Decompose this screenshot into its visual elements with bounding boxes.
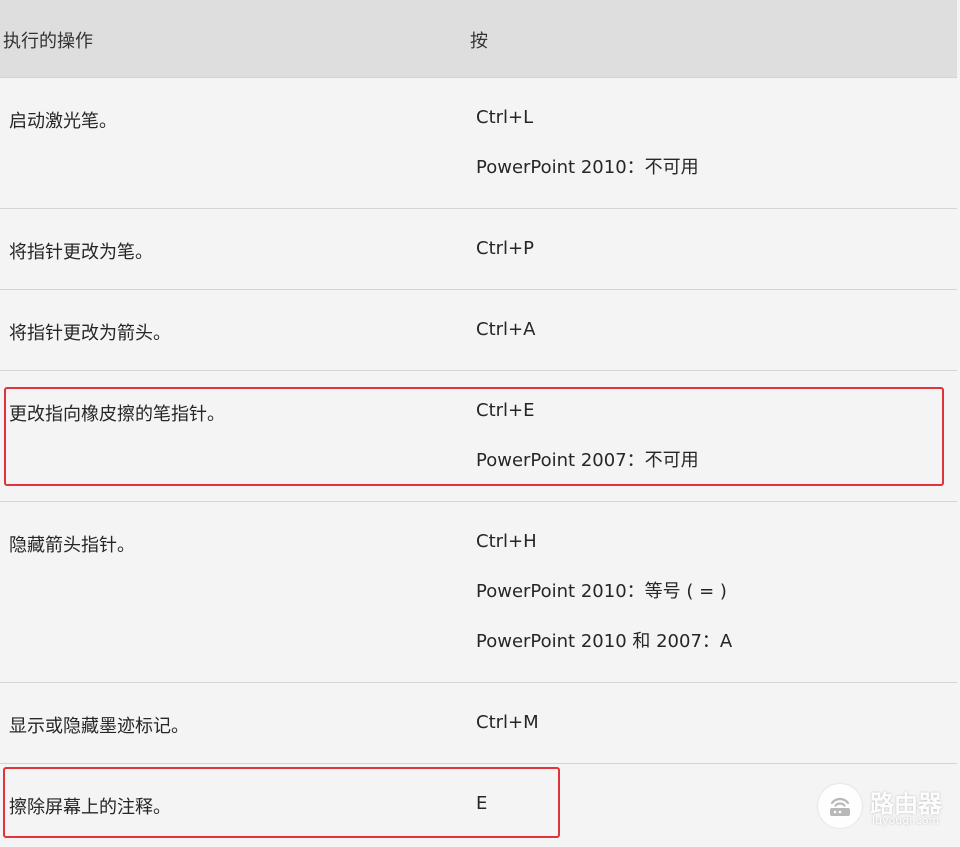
header-action: 执行的操作: [3, 31, 93, 52]
row-keys: Ctrl+P: [476, 238, 534, 288]
table-row: 将指针更改为笔。 Ctrl+P: [0, 209, 957, 290]
row-keys: Ctrl+H PowerPoint 2010：等号 ( = ) PowerPoi…: [476, 531, 732, 681]
watermark-subtitle: luyouqi.com: [872, 814, 940, 827]
row-action: 将指针更改为箭头。: [9, 323, 171, 344]
row-keys: Ctrl+A: [476, 319, 535, 369]
router-icon: [818, 784, 862, 828]
highlight-box-eraser: [4, 387, 944, 486]
row-keys: Ctrl+M: [476, 712, 539, 762]
key-line: Ctrl+A: [476, 319, 536, 340]
key-line: PowerPoint 2010：等号 ( = ): [476, 581, 727, 602]
row-keys: Ctrl+L PowerPoint 2010：不可用: [476, 107, 699, 207]
table-row: 隐藏箭头指针。 Ctrl+H PowerPoint 2010：等号 ( = ) …: [0, 502, 957, 683]
table-row: 将指针更改为箭头。 Ctrl+A: [0, 290, 957, 371]
watermark: 路由器 luyouqi.com: [818, 782, 948, 832]
key-line: PowerPoint 2010 和 2007：A: [476, 631, 733, 652]
table-header: 执行的操作 按: [0, 0, 957, 78]
key-line: Ctrl+P: [476, 238, 534, 259]
row-action: 启动激光笔。: [9, 111, 117, 132]
page: 执行的操作 按 启动激光笔。 Ctrl+L PowerPoint 2010：不可…: [0, 0, 960, 847]
key-line: Ctrl+M: [476, 712, 539, 733]
header-key: 按: [470, 31, 488, 52]
key-line: Ctrl+H: [476, 531, 537, 552]
key-line: Ctrl+L: [476, 107, 534, 128]
row-action: 将指针更改为笔。: [9, 242, 153, 263]
highlight-box-erase-annotations: [3, 767, 560, 838]
row-action: 显示或隐藏墨迹标记。: [9, 716, 189, 737]
row-action: 隐藏箭头指针。: [9, 535, 135, 556]
table-row: 启动激光笔。 Ctrl+L PowerPoint 2010：不可用: [0, 78, 957, 209]
table-row: 显示或隐藏墨迹标记。 Ctrl+M: [0, 683, 957, 764]
key-line: PowerPoint 2010：不可用: [476, 157, 699, 178]
